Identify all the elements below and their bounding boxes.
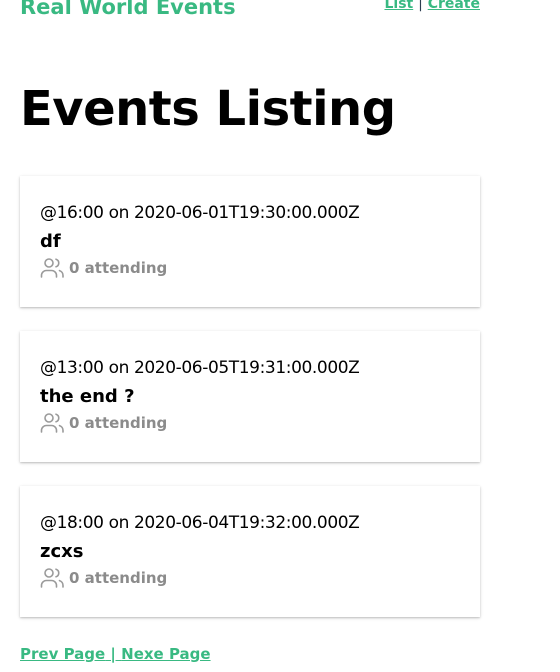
event-attending: 0 attending [40, 412, 460, 434]
users-icon [40, 413, 64, 433]
users-icon [40, 568, 64, 588]
page-title: Events Listing [20, 81, 396, 137]
nav-link-create[interactable]: Create [428, 0, 480, 12]
event-attending: 0 attending [40, 257, 460, 279]
event-time: @16:00 on 2020-06-01T19:30:00.000Z [40, 203, 360, 223]
pagination-separator: | [105, 645, 122, 663]
nav-links: List | Create [384, 0, 480, 14]
event-card[interactable]: @16:00 on 2020-06-01T19:30:00.000Z df 0 … [20, 176, 480, 307]
next-page-link[interactable]: Nexe Page [121, 645, 210, 663]
attending-count: 0 attending [69, 414, 168, 432]
event-time: @18:00 on 2020-06-04T19:32:00.000Z [40, 513, 360, 533]
top-nav: Real World Events List | Create [20, 0, 480, 20]
event-title: the end ? [40, 386, 135, 407]
event-card[interactable]: @13:00 on 2020-06-05T19:31:00.000Z the e… [20, 331, 480, 462]
brand-link[interactable]: Real World Events [20, 0, 236, 20]
event-title: df [40, 231, 61, 252]
app-root: Real World Events List | Create Events L… [0, 0, 560, 672]
event-title: zcxs [40, 541, 84, 562]
attending-count: 0 attending [69, 569, 168, 587]
nav-link-list[interactable]: List [384, 0, 413, 12]
event-card[interactable]: @18:00 on 2020-06-04T19:32:00.000Z zcxs … [20, 486, 480, 617]
event-attending: 0 attending [40, 567, 460, 589]
users-icon [40, 258, 64, 278]
prev-page-link[interactable]: Prev Page [20, 645, 105, 663]
nav-separator: | [418, 0, 423, 12]
event-time: @13:00 on 2020-06-05T19:31:00.000Z [40, 358, 360, 378]
attending-count: 0 attending [69, 259, 168, 277]
pagination: Prev Page | Nexe Page [20, 644, 211, 664]
